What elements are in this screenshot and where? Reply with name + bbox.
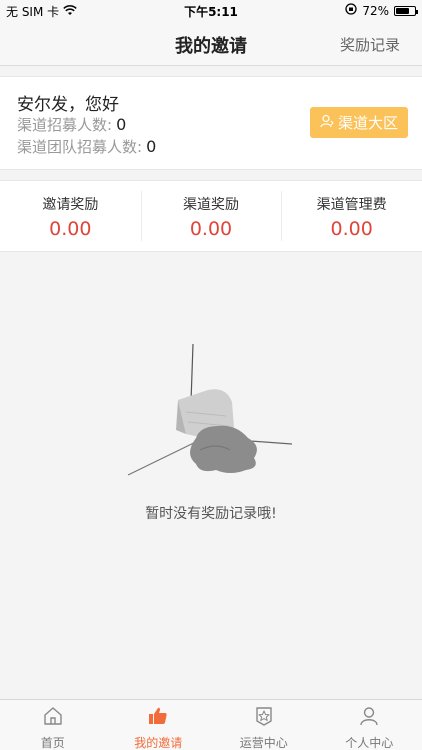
channel-region-label: 渠道大区 — [337, 114, 398, 132]
user-icon — [320, 114, 334, 132]
reward-stats: 邀请奖励 0.00 渠道奖励 0.00 渠道管理费 0.00 — [0, 180, 422, 252]
channel-recruits-row: 渠道招募人数: 0 — [17, 114, 126, 135]
team-recruits-value: 0 — [146, 137, 157, 156]
tab-personal-center[interactable]: 个人中心 — [317, 700, 422, 750]
battery-icon — [394, 5, 418, 16]
reward-records-link[interactable]: 奖励记录 — [340, 34, 400, 55]
tab-my-invites[interactable]: 我的邀请 — [106, 700, 212, 750]
status-bar: 无 SIM 卡 下午5:11 72% — [0, 0, 422, 22]
team-recruits-label: 渠道团队招募人数: — [17, 138, 143, 156]
nav-bar: 我的邀请 奖励记录 — [0, 22, 422, 66]
tab-label: 首页 — [40, 736, 65, 750]
star-badge-icon — [253, 705, 275, 731]
stat-channel-reward: 渠道奖励 0.00 — [140, 181, 282, 251]
orientation-lock-icon — [345, 3, 357, 18]
tab-label: 运营中心 — [239, 736, 288, 750]
tab-home[interactable]: 首页 — [0, 700, 106, 750]
tab-label: 个人中心 — [345, 736, 394, 750]
empty-state-message: 暂时没有奖励记录哦! — [145, 506, 277, 522]
status-right: 72% — [345, 3, 418, 18]
battery-percent: 72% — [362, 3, 389, 18]
channel-recruits-label: 渠道招募人数: — [17, 116, 113, 134]
greeting-title: 安尔发，您好 — [17, 95, 119, 115]
stat-label: 渠道管理费 — [316, 197, 387, 213]
stat-value: 0.00 — [189, 218, 233, 240]
stat-channel-management-fee: 渠道管理费 0.00 — [281, 181, 422, 251]
user-icon — [358, 705, 380, 731]
channel-region-button[interactable]: 渠道大区 — [310, 107, 408, 138]
stat-label: 邀请奖励 — [42, 197, 99, 213]
tab-bar: 首页 我的邀请 运营中心 个人中心 — [0, 699, 422, 750]
stat-value: 0.00 — [49, 218, 92, 240]
tab-label: 我的邀请 — [134, 736, 183, 750]
team-recruits-row: 渠道团队招募人数: 0 — [17, 136, 156, 157]
tab-operations-center[interactable]: 运营中心 — [211, 700, 317, 750]
thumbs-up-icon — [147, 705, 169, 731]
stat-label: 渠道奖励 — [183, 197, 239, 213]
greeting-card: 安尔发，您好 渠道招募人数: 0 渠道团队招募人数: 0 渠道大区 — [0, 76, 422, 170]
stat-value: 0.00 — [330, 218, 373, 240]
empty-state-illustration — [126, 342, 296, 482]
screen: 无 SIM 卡 下午5:11 72% 我的邀请 奖励记录 安尔发，您好 渠道招募… — [0, 0, 422, 750]
home-icon — [42, 705, 64, 731]
stat-invite-reward: 邀请奖励 0.00 — [0, 181, 141, 251]
channel-recruits-value: 0 — [116, 115, 127, 134]
